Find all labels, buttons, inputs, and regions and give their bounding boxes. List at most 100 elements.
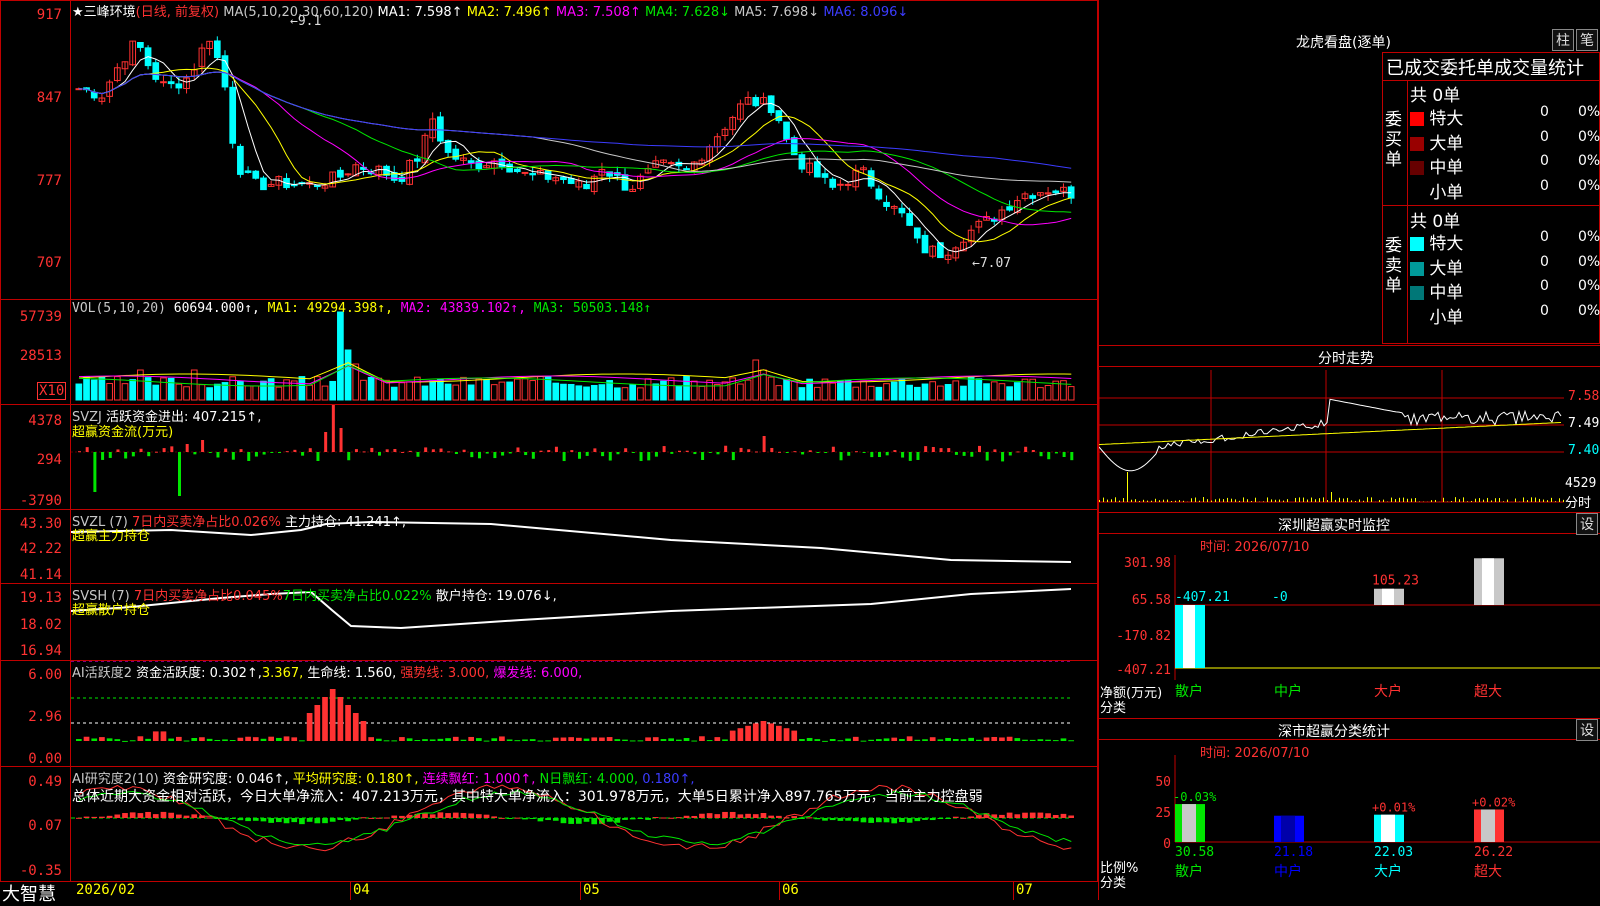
flow-bar xyxy=(401,452,404,453)
stats-y-tick: 0 xyxy=(1163,837,1171,852)
star-icon[interactable]: ★ xyxy=(72,5,84,20)
intraday-vol-bar xyxy=(1303,498,1304,502)
research-bar xyxy=(430,814,436,818)
ai-research-label: AI研究度2(10) xyxy=(72,772,159,787)
activity-bar xyxy=(930,737,936,741)
research-bar xyxy=(684,816,690,818)
research-bar xyxy=(561,818,567,823)
flow-bar xyxy=(463,450,466,452)
research-bar xyxy=(830,818,836,820)
activity-bar xyxy=(661,739,667,741)
activity-bar xyxy=(91,738,97,741)
candle-body xyxy=(799,155,805,169)
ai-lifeline: 生命线: 1.560, xyxy=(307,666,396,681)
flow-bar xyxy=(893,450,896,452)
buy-row: 特大00% xyxy=(1410,104,1598,129)
intraday-vol-bar xyxy=(1323,497,1324,502)
intraday-vol-bar xyxy=(1411,499,1412,502)
tick-mode-button[interactable]: 笔 xyxy=(1576,29,1598,51)
intraday-vol-bar xyxy=(1339,498,1340,502)
research-bar xyxy=(853,818,859,821)
intraday-vol-bar xyxy=(1275,500,1276,502)
flow-bar xyxy=(578,452,581,459)
intraday-vol-bar xyxy=(1391,498,1392,502)
candle-body xyxy=(845,184,851,185)
research-bar xyxy=(1022,813,1028,818)
period-label[interactable]: (日线, 前复权) xyxy=(136,5,219,20)
stock-name[interactable]: 三峰环境 xyxy=(84,5,136,20)
activity-bar xyxy=(268,737,274,741)
svzl-subtitle: 超赢主力持仓 xyxy=(72,525,150,544)
activity-bar xyxy=(607,737,613,741)
volume-bar xyxy=(953,381,959,400)
candle-body xyxy=(561,177,567,179)
flow-bar xyxy=(516,447,519,452)
flow-bar xyxy=(593,448,596,452)
volume-bar xyxy=(514,379,520,400)
svsh-ratio1: 7日内买卖净占比0.045% xyxy=(134,589,283,604)
research-bar xyxy=(268,818,274,823)
flow-bar xyxy=(955,452,958,455)
activity-bar xyxy=(299,740,305,741)
volume-bar xyxy=(91,380,97,400)
intraday-vol-bar xyxy=(1503,501,1504,502)
flow-bar xyxy=(1047,452,1050,459)
stats-settings-button[interactable]: 设 xyxy=(1576,719,1598,741)
flow-bar xyxy=(940,448,943,452)
svzj-tick-3: -3790 xyxy=(0,493,62,509)
intraday-vol-bar xyxy=(1475,499,1476,502)
candle-body xyxy=(899,208,905,213)
intraday-chart[interactable] xyxy=(1099,370,1564,510)
research-bar xyxy=(522,818,528,819)
candle-body xyxy=(245,171,251,173)
activity-bar xyxy=(422,739,428,741)
activity-bar xyxy=(222,739,228,741)
volume-bar xyxy=(891,382,897,400)
volume-bar xyxy=(538,376,544,400)
candle-body xyxy=(453,149,459,159)
monitor-y-tick: 301.98 xyxy=(1124,556,1171,571)
ai-research-tick-2: 0.07 xyxy=(0,818,62,834)
research-bar xyxy=(253,818,259,821)
activity-bar xyxy=(899,739,905,741)
activity-bar xyxy=(1014,738,1020,741)
candle-body xyxy=(138,43,144,48)
ma-line xyxy=(79,72,1071,212)
activity-bar xyxy=(907,736,913,741)
stats-y-tick: 50 xyxy=(1155,775,1171,790)
research-bar xyxy=(376,818,382,819)
intraday-vol-bar xyxy=(1179,500,1180,502)
monitor-value-label: 301.98 xyxy=(1472,555,1519,558)
bar-mode-button[interactable]: 柱 xyxy=(1552,29,1574,51)
flow-bar xyxy=(316,452,319,461)
activity-bar xyxy=(399,737,405,741)
y-tick-707: 707 xyxy=(0,255,62,271)
flow-bar xyxy=(1055,452,1058,453)
candle-body xyxy=(161,82,167,83)
candlestick-chart[interactable] xyxy=(71,0,1097,299)
ai-research-red: 连续飘红: 1.000↑, xyxy=(423,772,536,787)
intraday-vol-bar xyxy=(1347,498,1348,502)
monitor-settings-button[interactable]: 设 xyxy=(1576,513,1598,535)
activity-bar xyxy=(368,737,374,741)
intraday-vol-bar xyxy=(1247,499,1248,502)
flow-bar xyxy=(432,449,435,452)
research-bar xyxy=(1030,813,1036,818)
intraday-vol-bar xyxy=(1539,499,1540,502)
buy-row: 小单00% xyxy=(1410,178,1598,203)
research-bar xyxy=(838,818,844,821)
activity-bar xyxy=(822,741,828,742)
research-bar xyxy=(130,812,136,818)
volume-bar xyxy=(1068,387,1074,400)
flow-bar xyxy=(824,452,827,453)
research-bar xyxy=(1045,813,1051,818)
intraday-vol-bar xyxy=(1407,499,1408,502)
activity-bar xyxy=(99,737,105,741)
volume-bar xyxy=(845,380,851,400)
intraday-vol-bar xyxy=(1559,498,1560,502)
research-bar xyxy=(568,818,574,824)
activity-bar xyxy=(476,738,482,741)
candle-body xyxy=(822,174,828,178)
activity-bar xyxy=(153,731,159,741)
volume-bar xyxy=(876,387,882,400)
